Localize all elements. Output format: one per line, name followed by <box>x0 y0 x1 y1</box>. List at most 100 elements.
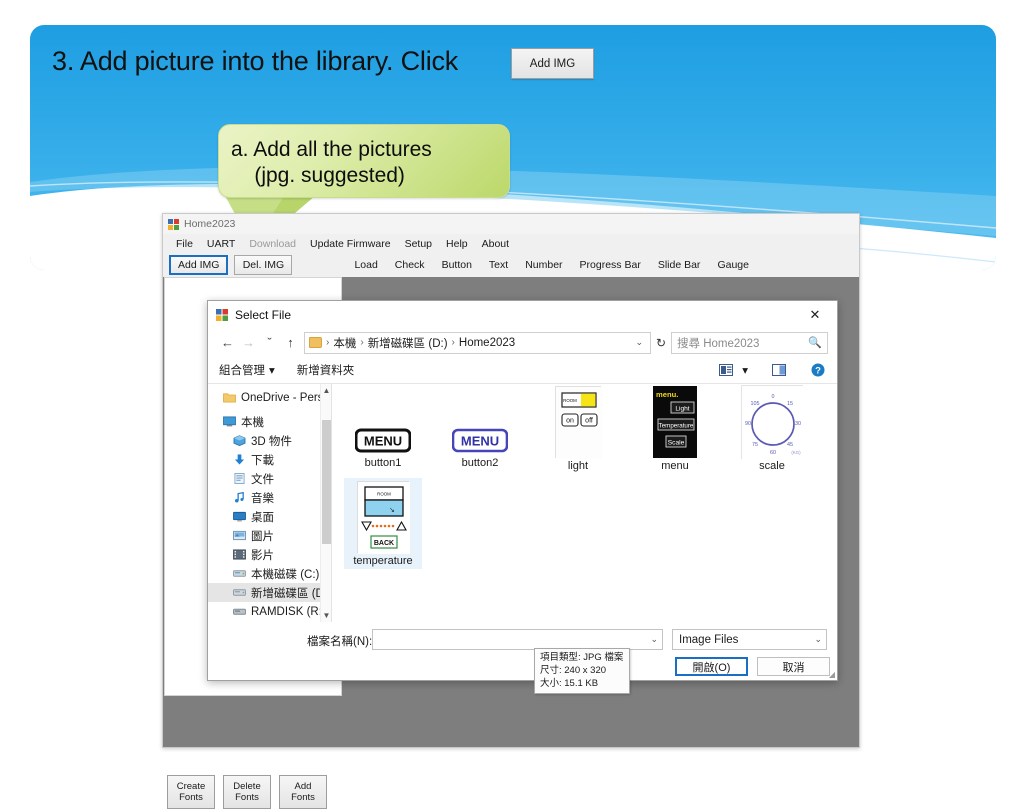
file-list-pane[interactable]: MENU button1 MENU button2 ROOM on off li… <box>332 384 837 695</box>
nav-item-label: 音樂 <box>251 492 274 505</box>
scroll-up-icon[interactable]: ▲ <box>321 384 331 397</box>
folder-icon <box>309 337 322 348</box>
svg-text:30: 30 <box>795 421 801 427</box>
breadcrumb-item-1[interactable]: 新增磁碟區 (D:) <box>368 335 448 351</box>
recent-locations-icon[interactable]: ˇ <box>259 332 280 353</box>
search-input[interactable]: 搜尋 Home2023 🔍 <box>671 331 828 354</box>
svg-text:Temperature: Temperature <box>659 422 694 429</box>
svg-text:45: 45 <box>787 442 793 448</box>
nav-item-drive-c[interactable]: 本機磁碟 (C:) <box>208 564 331 583</box>
app-menubar[interactable]: File UART Download Update Firmware Setup… <box>163 234 859 253</box>
toolbar-link-check[interactable]: Check <box>395 259 425 271</box>
file-thumbnail: MENU <box>354 392 412 454</box>
add-img-button[interactable]: Add IMG <box>169 255 229 275</box>
search-placeholder: 搜尋 Home2023 <box>677 337 760 350</box>
svg-text:105: 105 <box>751 401 760 407</box>
dialog-command-bar: 組合管理 ▾ 新增資料夾 ▾ ? <box>208 357 837 384</box>
preview-pane-icon[interactable] <box>770 363 787 377</box>
scroll-down-icon[interactable]: ▼ <box>321 609 331 622</box>
back-icon-glyph: ← <box>221 335 234 350</box>
nav-item-3d-objects[interactable]: 3D 物件 <box>208 431 331 450</box>
nav-item-desktop[interactable]: 桌面 <box>208 507 331 526</box>
navigation-scrollbar[interactable]: ▲ ▼ <box>320 384 331 622</box>
tooltip-line-size: 大小: 15.1 KB <box>540 677 599 689</box>
view-caret-icon[interactable]: ▾ <box>742 363 748 377</box>
font-buttons-row: Create Fonts Delete Fonts Add Fonts <box>167 775 327 809</box>
close-icon[interactable]: ✕ <box>793 301 837 328</box>
file-item-light[interactable]: ROOM on off light <box>541 386 615 472</box>
chevron-down-icon[interactable]: ⌄ <box>814 634 826 645</box>
music-icon <box>232 491 246 504</box>
scrollbar-thumb[interactable] <box>322 420 331 544</box>
file-item-menu[interactable]: menu. Light Temperature Scale menu <box>638 386 712 472</box>
toolbar-link-number[interactable]: Number <box>525 259 562 271</box>
nav-item-label: 影片 <box>251 549 274 562</box>
new-folder-button[interactable]: 新增資料夾 <box>297 362 355 378</box>
organize-button[interactable]: 組合管理 <box>219 362 265 378</box>
toolbar-link-load[interactable]: Load <box>354 259 377 271</box>
breadcrumb-item-0[interactable]: 本機 <box>333 335 356 351</box>
cancel-button[interactable]: 取消 <box>757 657 830 676</box>
filename-input[interactable]: ⌄ <box>372 629 663 650</box>
breadcrumb-item-2[interactable]: Home2023 <box>459 337 515 349</box>
view-mode-icon[interactable] <box>717 363 734 377</box>
refresh-icon[interactable]: ↻ <box>651 332 671 354</box>
nav-item-videos[interactable]: 影片 <box>208 545 331 564</box>
help-icon[interactable]: ? <box>809 363 826 377</box>
title-addimg-chip-label: Add IMG <box>529 57 576 70</box>
documents-icon <box>232 472 246 485</box>
toolbar-link-slide-bar[interactable]: Slide Bar <box>658 259 701 271</box>
file-item-temperature[interactable]: ROOM ↘ BACK temperature <box>344 478 422 569</box>
svg-text:0: 0 <box>772 394 775 400</box>
nav-item-this-pc[interactable]: 本機 <box>208 412 331 431</box>
add-fonts-button[interactable]: Add Fonts <box>279 775 327 809</box>
nav-item-music[interactable]: 音樂 <box>208 488 331 507</box>
nav-item-label: 本機 <box>241 416 264 429</box>
svg-text:Scale: Scale <box>668 439 685 446</box>
chevron-down-icon[interactable]: ⌄ <box>635 337 646 348</box>
svg-text:(KG): (KG) <box>791 450 801 455</box>
file-item-button1[interactable]: MENU button1 <box>346 392 420 469</box>
menu-about[interactable]: About <box>482 238 509 250</box>
open-button[interactable]: 開啟(O) <box>675 657 748 676</box>
menu-setup[interactable]: Setup <box>405 238 432 250</box>
create-fonts-button[interactable]: Create Fonts <box>167 775 215 809</box>
file-item-scale[interactable]: 0 15 30 45 60 75 90 105 (KG) scale <box>735 385 809 472</box>
nav-item-label: 下載 <box>251 454 274 467</box>
nav-item-downloads[interactable]: 下載 <box>208 450 331 469</box>
back-icon[interactable]: ← <box>217 332 238 353</box>
file-item-label: button2 <box>461 457 499 469</box>
tooltip-line-type: 項目類型: JPG 檔案 <box>540 652 624 663</box>
breadcrumb[interactable]: › 本機 › 新增磁碟區 (D:) › Home2023 ⌄ <box>304 331 651 354</box>
dialog-title: Select File <box>235 307 292 322</box>
slide-title: 3. Add picture into the library. Click <box>52 46 459 76</box>
nav-item-label: 新增磁碟區 (D:) <box>251 587 331 600</box>
search-icon: 🔍 <box>808 337 822 349</box>
menu-uart[interactable]: UART <box>207 238 235 250</box>
file-item-label: temperature <box>353 555 413 567</box>
nav-item-pictures[interactable]: 圖片 <box>208 526 331 545</box>
menu-file[interactable]: File <box>176 238 193 250</box>
chevron-down-icon[interactable]: ⌄ <box>650 634 662 645</box>
nav-item-label: 3D 物件 <box>251 435 292 448</box>
file-type-select[interactable]: Image Files ⌄ <box>672 629 827 650</box>
up-icon[interactable]: ↑ <box>280 332 301 353</box>
nav-item-drive-d[interactable]: 新增磁碟區 (D:) <box>208 583 331 602</box>
del-img-button[interactable]: Del. IMG <box>234 255 293 275</box>
drive-icon <box>232 586 246 599</box>
svg-text:?: ? <box>815 365 821 376</box>
toolbar-link-button[interactable]: Button <box>442 259 472 271</box>
nav-item-onedrive[interactable]: OneDrive - Perso <box>208 388 331 407</box>
menu-help[interactable]: Help <box>446 238 468 250</box>
resize-grip-icon[interactable]: ◢ <box>829 670 835 679</box>
menu-update-firmware[interactable]: Update Firmware <box>310 238 391 250</box>
nav-item-documents[interactable]: 文件 <box>208 469 331 488</box>
organize-caret-icon[interactable]: ▾ <box>269 363 275 377</box>
delete-fonts-button[interactable]: Delete Fonts <box>223 775 271 809</box>
toolbar-link-progress-bar[interactable]: Progress Bar <box>580 259 641 271</box>
toolbar-link-gauge[interactable]: Gauge <box>717 259 749 271</box>
breadcrumb-sep-2: › <box>451 337 455 348</box>
file-item-button2[interactable]: MENU button2 <box>443 392 517 469</box>
toolbar-link-text[interactable]: Text <box>489 259 508 271</box>
nav-item-ramdisk-r[interactable]: RAMDISK (R:) <box>208 602 331 621</box>
